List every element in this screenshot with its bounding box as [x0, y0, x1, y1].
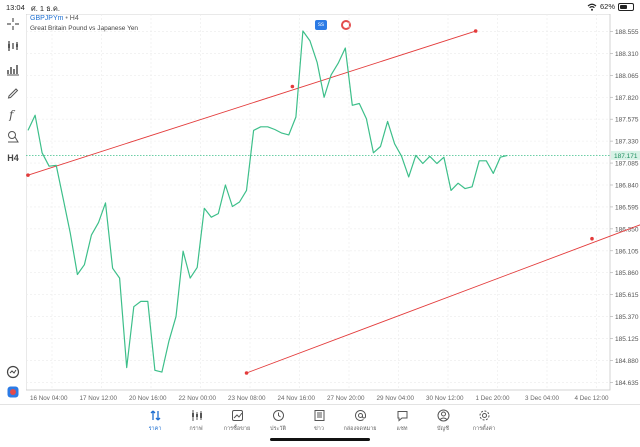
tab-account[interactable]: บัญชี — [421, 409, 465, 433]
lower-trendline-handle — [244, 371, 249, 375]
upper-trendline-handle — [290, 84, 295, 89]
price-axis-label: 188.065 — [615, 73, 639, 80]
time-axis-label: 3 Dec 04:00 — [525, 395, 559, 402]
tab-chat[interactable]: แชท — [380, 409, 424, 433]
mailbox-icon — [354, 410, 366, 421]
price-axis-label: 187.085 — [615, 161, 639, 168]
status-bar: 13:04 ศ. 1 ธ.ค. 62% — [0, 0, 640, 14]
price-axis-label: 187.575 — [615, 117, 639, 124]
time-axis-label: 20 Nov 16:00 — [129, 395, 167, 402]
status-right: 62% — [587, 2, 634, 11]
upper-trendline-handle — [26, 173, 30, 177]
price-axis-label: 187.330 — [615, 139, 639, 146]
tab-label: กล่องจดหมาย — [343, 426, 377, 432]
crosshair-icon[interactable] — [5, 16, 21, 32]
tab-chart[interactable]: กราฟ — [174, 409, 218, 433]
price-axis-label: 187.820 — [615, 95, 639, 102]
tab-quotes[interactable]: ราคา — [133, 409, 177, 433]
tab-label: การซื้อขาย — [223, 426, 251, 432]
tab-mailbox[interactable]: กล่องจดหมาย — [338, 409, 382, 433]
function-icon[interactable]: f — [5, 106, 21, 122]
tab-settings[interactable]: การตั้งค่า — [462, 409, 506, 433]
price-axis-label: 186.595 — [615, 204, 639, 211]
home-indicator — [270, 438, 370, 441]
price-axis-label: 184.880 — [615, 358, 639, 365]
upper-trendline-handle — [473, 29, 478, 33]
tab-history[interactable]: ประวัติ — [256, 409, 300, 433]
news-icon — [314, 410, 324, 421]
price-axis-label: 186.840 — [615, 182, 639, 189]
time-axis-label: 16 Nov 04:00 — [30, 395, 68, 402]
price-axis-label: 185.125 — [615, 336, 639, 343]
chat-icon — [397, 411, 407, 422]
tab-label: กราฟ — [189, 426, 203, 432]
quotes-icon — [150, 410, 160, 421]
tab-news[interactable]: ข่าว — [297, 409, 341, 433]
account-icon — [437, 409, 449, 422]
tab-label: บัญชี — [437, 426, 449, 432]
tab-trade[interactable]: การซื้อขาย — [215, 409, 259, 433]
status-time: 13:04 — [6, 3, 25, 12]
time-axis-label: 30 Nov 12:00 — [426, 395, 464, 402]
battery-percent: 62% — [599, 2, 615, 11]
trade-icon — [231, 410, 243, 421]
tab-label: การตั้งค่า — [472, 426, 496, 432]
chart-canvas[interactable]: 16 Nov 04:00 17 Nov 12:00 20 Nov 16:00 22 N… — [26, 14, 640, 404]
time-axis-label: 23 Nov 08:00 — [228, 395, 266, 402]
tab-label: แชท — [396, 426, 408, 432]
lower-trendline — [246, 224, 640, 374]
history-icon — [272, 410, 284, 421]
price-chart[interactable]: 16 Nov 04:00 17 Nov 12:00 20 Nov 16:00 22 N… — [26, 14, 640, 404]
time-axis-label: 29 Nov 04:00 — [377, 395, 415, 402]
time-axis-label: 24 Nov 16:00 — [278, 395, 316, 402]
price-axis-label: 185.370 — [615, 314, 639, 321]
plot-frame — [26, 14, 611, 391]
price-axis-label: 188.555 — [615, 29, 639, 36]
price-series-line — [27, 30, 508, 373]
tab-label: ประวัติ — [269, 426, 287, 432]
chart-icon — [191, 410, 202, 421]
price-axis-label: 184.635 — [615, 380, 639, 387]
pencil-icon[interactable] — [5, 84, 21, 100]
left-toolbar: f H4 — [0, 14, 26, 404]
time-axis-label: 22 Nov 00:00 — [179, 395, 217, 402]
battery-fill — [620, 4, 628, 9]
price-axis-label: 185.860 — [615, 270, 639, 277]
tab-label: ราคา — [148, 426, 162, 432]
current-price-label: 187.171 — [614, 153, 638, 160]
price-axis-label: 186.105 — [615, 248, 639, 255]
indicators-icon[interactable] — [5, 38, 21, 54]
svg-text:f: f — [8, 108, 16, 121]
wifi-icon — [587, 3, 597, 11]
settings-icon — [479, 410, 489, 421]
price-axis-label: 188.310 — [615, 51, 639, 58]
one-click-trading-icon[interactable] — [5, 364, 21, 380]
volume-bars-icon[interactable] — [5, 61, 21, 77]
time-axis-label: 4 Dec 12:00 — [575, 395, 609, 402]
time-axis-label: 1 Dec 20:00 — [476, 395, 510, 402]
objects-icon[interactable] — [5, 128, 21, 144]
price-axis-label: 185.615 — [615, 292, 639, 299]
battery-icon — [618, 2, 634, 11]
timeframe-button[interactable]: H4 — [5, 150, 21, 166]
tab-label: ข่าว — [314, 426, 324, 432]
lower-trendline-handle — [590, 236, 594, 241]
upper-trendline — [27, 30, 476, 176]
time-axis-label: 27 Nov 20:00 — [327, 395, 365, 402]
market-watch-icon[interactable] — [5, 384, 21, 400]
time-axis-label: 17 Nov 12:00 — [80, 395, 118, 402]
